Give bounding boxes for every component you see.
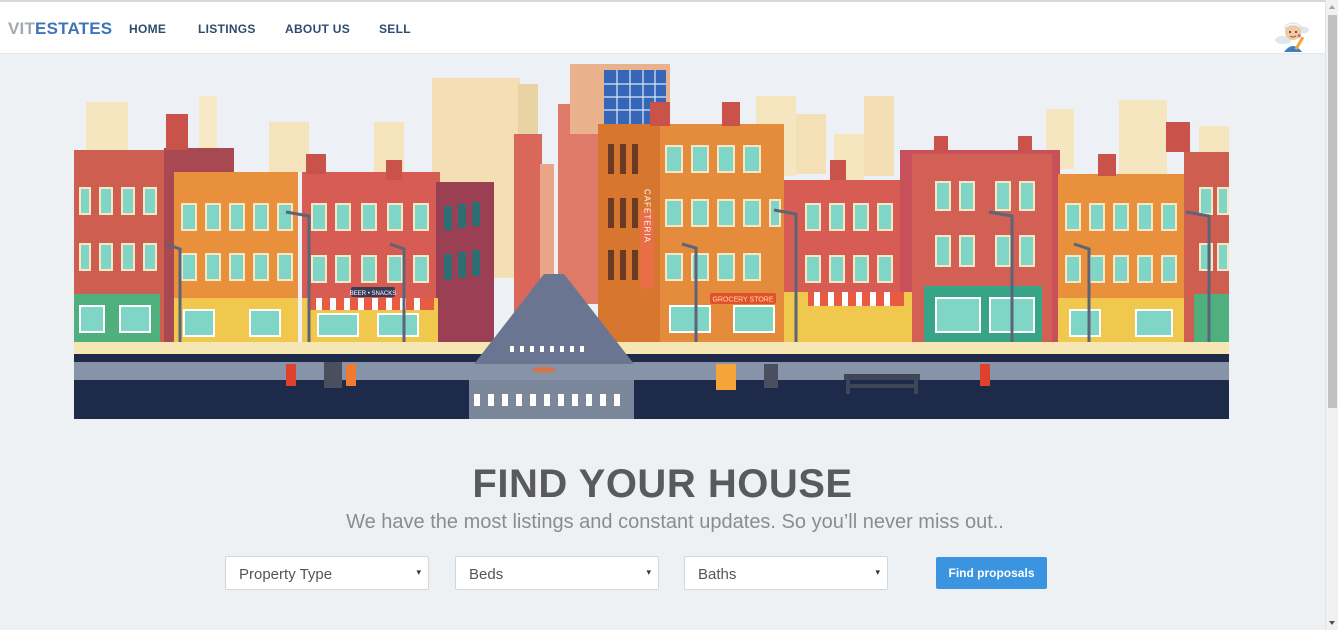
nav-about-us[interactable]: ABOUT US [285, 22, 350, 36]
nav-listings[interactable]: LISTINGS [198, 22, 256, 36]
property-type-select[interactable]: Property Type ▾ [225, 556, 429, 590]
beds-select[interactable]: Beds ▾ [455, 556, 659, 590]
nav-home[interactable]: HOME [129, 22, 166, 36]
baths-label: Baths [698, 566, 737, 583]
brand-part-1: VIT [8, 19, 36, 38]
hero-city-illustration: BEER • SNACKS CAFETERIA GROCERY STORE [74, 64, 1229, 419]
scroll-down-icon[interactable] [1329, 621, 1335, 625]
brand-logo[interactable]: VITESTATES [8, 19, 112, 39]
beer-snacks-sign: BEER • SNACKS [350, 291, 396, 297]
cafeteria-sign: CAFETERIA [643, 189, 652, 243]
baths-select[interactable]: Baths ▾ [684, 556, 888, 590]
beds-label: Beds [469, 566, 504, 583]
property-type-label: Property Type [239, 566, 333, 583]
scroll-thumb[interactable] [1328, 15, 1337, 408]
chevron-down-icon: ▾ [875, 567, 880, 577]
find-proposals-button[interactable]: Find proposals [936, 557, 1047, 589]
chevron-down-icon: ▾ [646, 567, 651, 577]
nav-sell[interactable]: SELL [379, 22, 411, 36]
user-avatar-icon[interactable] [1273, 18, 1311, 52]
chevron-down-icon: ▾ [416, 567, 421, 577]
brand-part-2: ESTATES [35, 19, 113, 38]
vertical-scrollbar[interactable] [1325, 0, 1338, 630]
grocery-store-sign: GROCERY STORE [712, 297, 773, 304]
scroll-up-icon[interactable] [1329, 5, 1335, 9]
navbar: VITESTATES HOME LISTINGS ABOUT US SELL [0, 2, 1325, 54]
page-subtitle: We have the most listings and constant u… [346, 511, 1004, 533]
page-title: FIND YOUR HOUSE [472, 462, 853, 506]
